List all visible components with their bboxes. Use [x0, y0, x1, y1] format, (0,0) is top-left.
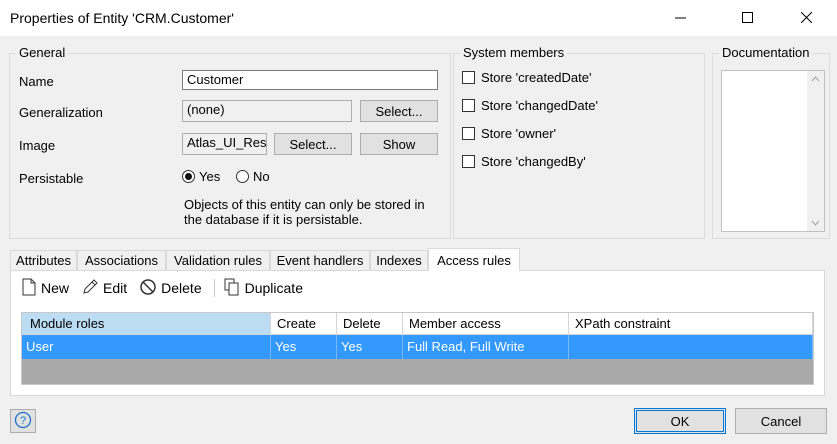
column-header-xpath-constraint[interactable]: XPath constraint [569, 313, 813, 335]
toolbar: New Edit Delete Duplicate [21, 271, 814, 305]
minimize-button[interactable] [657, 0, 703, 36]
svg-text:?: ? [20, 415, 26, 427]
table-header: Module roles Create Delete Member access… [22, 313, 813, 335]
column-header-module-roles[interactable]: Module roles [22, 313, 271, 335]
access-rules-panel: New Edit Delete Duplicate Module roles C… [10, 270, 825, 396]
generalization-select-button[interactable]: Select... [360, 100, 438, 122]
checkbox-label: Store 'changedDate' [481, 98, 598, 113]
persistable-no-label: No [253, 169, 270, 184]
duplicate-label: Duplicate [244, 280, 303, 296]
new-button[interactable]: New [21, 278, 69, 299]
edit-label: Edit [103, 280, 128, 296]
generalization-label: Generalization [19, 105, 103, 120]
new-label: New [41, 280, 70, 296]
image-select-button[interactable]: Select... [274, 133, 352, 155]
column-header-delete[interactable]: Delete [337, 313, 403, 335]
help-icon: ? [14, 411, 32, 432]
generalization-input: (none) [182, 100, 352, 122]
name-label: Name [19, 74, 54, 89]
help-button[interactable]: ? [10, 409, 36, 433]
store-changed-by-checkbox[interactable]: Store 'changedBy' [462, 154, 586, 169]
tab-event-handlers[interactable]: Event handlers [270, 250, 370, 270]
cell-delete: Yes [337, 335, 403, 359]
scrollbar-arrows-icon [811, 76, 820, 226]
duplicate-icon [223, 278, 241, 299]
maximize-icon [741, 11, 753, 26]
checkbox-icon [462, 155, 475, 168]
documentation-group: Documentation [712, 45, 830, 239]
persistable-note-line-2: the database if it is persistable. [184, 212, 363, 227]
persistable-yes-radio[interactable]: Yes [182, 169, 220, 184]
store-owner-checkbox[interactable]: Store 'owner' [462, 126, 556, 141]
system-members-group: System members Store 'createdDate' Store… [453, 45, 705, 239]
access-rules-table: Module roles Create Delete Member access… [21, 312, 814, 385]
close-icon [800, 11, 812, 26]
toolbar-separator [213, 279, 215, 297]
cell-create: Yes [271, 335, 337, 359]
radio-unchecked-icon [236, 170, 249, 183]
checkbox-icon [462, 127, 475, 140]
system-members-legend: System members [460, 45, 568, 60]
store-changed-date-checkbox[interactable]: Store 'changedDate' [462, 98, 598, 113]
persistable-label: Persistable [19, 171, 84, 186]
image-label: Image [19, 138, 56, 153]
checkbox-label: Store 'owner' [481, 126, 557, 141]
general-legend: General [16, 45, 69, 60]
maximize-button[interactable] [724, 0, 770, 36]
checkbox-icon [462, 71, 475, 84]
store-created-date-checkbox[interactable]: Store 'createdDate' [462, 70, 591, 85]
image-input: Atlas_UI_Res [182, 133, 267, 155]
checkbox-icon [462, 99, 475, 112]
persistable-note-line-1: Objects of this entity can only be store… [184, 197, 425, 212]
image-show-button[interactable]: Show [360, 133, 438, 155]
column-header-create[interactable]: Create [271, 313, 337, 335]
persistable-yes-label: Yes [199, 169, 221, 184]
pencil-icon [81, 278, 99, 299]
column-header-member-access[interactable]: Member access [403, 313, 569, 335]
cell-xpath-constraint [569, 335, 813, 359]
tab-validation-rules[interactable]: Validation rules [166, 250, 270, 270]
close-button[interactable] [783, 0, 829, 36]
documentation-scrollbar[interactable] [807, 71, 824, 231]
checkbox-label: Store 'changedBy' [481, 154, 586, 169]
documentation-textarea[interactable] [721, 70, 825, 232]
title-bar: Properties of Entity 'CRM.Customer' [0, 0, 837, 36]
window-title: Properties of Entity 'CRM.Customer' [10, 10, 234, 26]
ok-button[interactable]: OK [634, 408, 726, 434]
tab-indexes[interactable]: Indexes [370, 250, 428, 270]
duplicate-button[interactable]: Duplicate [223, 278, 303, 299]
persistable-no-radio[interactable]: No [236, 169, 270, 184]
edit-button[interactable]: Edit [81, 278, 127, 299]
checkbox-label: Store 'createdDate' [481, 70, 592, 85]
documentation-legend: Documentation [719, 45, 813, 60]
cell-module-roles: User [22, 335, 271, 359]
delete-button[interactable]: Delete [139, 278, 202, 299]
cancel-button[interactable]: Cancel [735, 408, 827, 434]
tab-access-rules[interactable]: Access rules [428, 248, 520, 271]
name-input[interactable]: Customer [182, 70, 438, 90]
tab-attributes[interactable]: Attributes [10, 250, 77, 270]
delete-label: Delete [161, 280, 202, 296]
table-row[interactable]: User Yes Yes Full Read, Full Write [22, 335, 813, 359]
radio-checked-icon [182, 170, 195, 183]
minimize-icon [674, 11, 686, 26]
delete-icon [139, 278, 157, 299]
cell-member-access: Full Read, Full Write [403, 335, 569, 359]
tab-associations[interactable]: Associations [77, 250, 166, 270]
new-document-icon [21, 278, 37, 299]
general-group: General Name Customer Generalization (no… [9, 45, 451, 239]
